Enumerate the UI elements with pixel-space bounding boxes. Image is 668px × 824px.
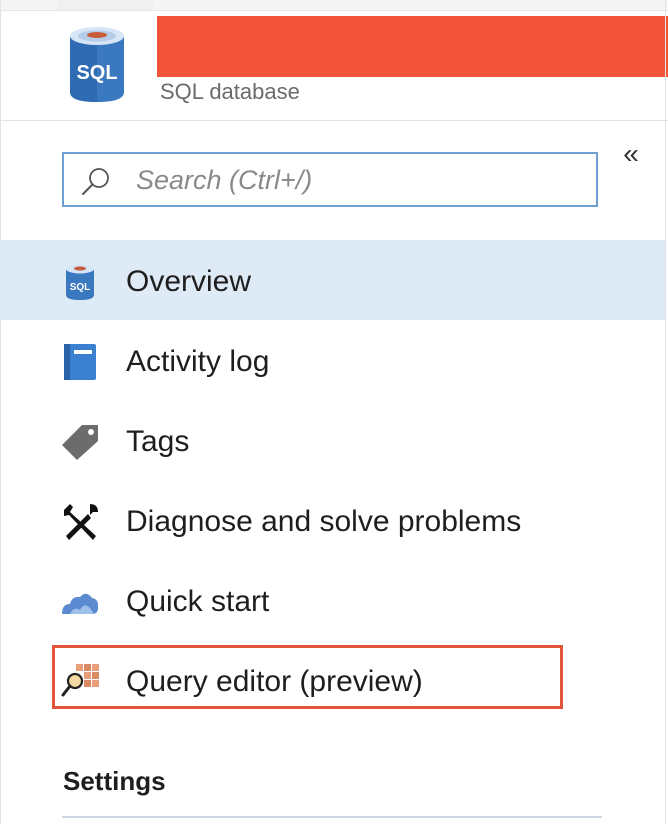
settings-section-title: Settings [63,766,166,796]
query-editor-icon [61,664,99,697]
nav-label-quick-start: Quick start [126,585,270,618]
nav-item-diagnose[interactable]: Diagnose and solve problems [0,480,665,560]
redacted-database-name [157,16,668,77]
wrench-screwdriver-icon [64,504,98,540]
nav-label-overview: Overview [126,265,252,298]
nav-label-activity-log: Activity log [126,345,270,378]
sql-icon-text: SQL [76,62,117,84]
tag-icon [62,425,98,460]
collapse-chevrons-icon[interactable]: « [616,140,646,168]
sql-database-icon: SQL [70,27,124,102]
tab-hint [58,0,154,10]
settings-divider [62,816,602,818]
search-box[interactable] [62,152,598,207]
nav-label-tags: Tags [126,425,190,458]
blade-header: SQL SQL database [0,0,668,121]
search-icon [82,168,109,195]
cloud-icon [62,593,99,614]
blade-subtitle: SQL database [160,79,300,104]
sql-database-blade: SQL SQL database « SQL Overview Activity… [0,0,668,824]
nav-label-diagnose: Diagnose and solve problems [126,505,522,538]
nav-item-quick-start[interactable]: Quick start [0,560,665,640]
nav-item-tags[interactable]: Tags [0,400,665,480]
sql-icon: SQL [66,264,94,300]
nav-item-overview[interactable]: SQL Overview [0,240,665,320]
nav-item-query-editor[interactable]: Query editor (preview) [0,640,665,720]
nav-item-activity-log[interactable]: Activity log [0,320,665,400]
book-icon [64,344,96,380]
right-border [665,0,666,824]
search-input[interactable] [136,162,576,198]
header-top-strip [0,0,668,11]
nav-label-query-editor: Query editor (preview) [126,665,423,698]
overview-icon-text: SQL [70,282,91,293]
